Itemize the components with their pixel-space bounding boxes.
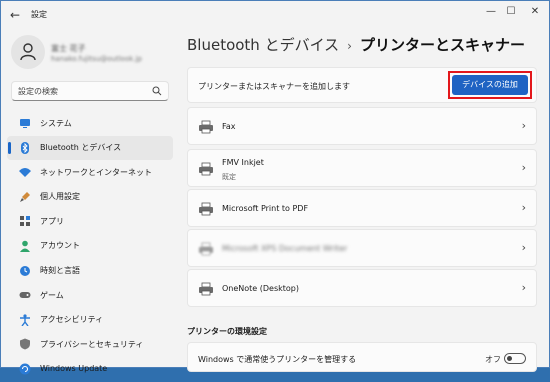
- search-icon: [152, 86, 162, 96]
- printer-icon: [199, 282, 213, 296]
- printer-name: FMV Inkjet: [222, 158, 264, 167]
- section-title: プリンターの環境設定: [187, 327, 267, 336]
- profile-name: 富士 花子: [51, 44, 86, 53]
- close-button[interactable]: ✕: [523, 5, 547, 19]
- search-input[interactable]: 設定の検索: [11, 81, 169, 101]
- settings-window: ← 設定 — ☐ ✕ 富士 花子 hanako.fujitsu@outlook.…: [0, 0, 550, 375]
- sidebar-item-label: プライバシーとセキュリティ: [40, 339, 144, 349]
- brush-icon: [19, 191, 31, 203]
- sidebar-nav: システム Bluetooth とデバイス ネットワークとインターネット 個人用設…: [7, 111, 173, 382]
- back-button[interactable]: ←: [7, 7, 23, 23]
- sidebar-item-label: システム: [40, 118, 72, 128]
- chevron-right-icon: ›: [521, 281, 526, 294]
- manage-default-toggle[interactable]: [504, 353, 526, 364]
- chevron-right-icon: ›: [521, 161, 526, 174]
- sidebar-item-label: ネットワークとインターネット: [40, 167, 152, 177]
- sidebar-item-label: アプリ: [40, 216, 64, 226]
- sidebar-item-label: Bluetooth とデバイス: [40, 143, 122, 153]
- printer-name: OneNote (Desktop): [222, 284, 300, 293]
- maximize-button[interactable]: ☐: [499, 5, 523, 19]
- chevron-right-icon: ›: [521, 201, 526, 214]
- chevron-right-icon: ›: [521, 119, 526, 132]
- sidebar-item-label: アクセシビリティ: [40, 315, 104, 325]
- add-printer-text: プリンターまたはスキャナーを追加します: [198, 82, 350, 91]
- manage-default-label: Windows で通常使うプリンターを管理する: [198, 355, 357, 364]
- sidebar-item-label: ゲーム: [40, 290, 64, 300]
- sidebar-item-bluetooth[interactable]: Bluetooth とデバイス: [7, 135, 173, 160]
- sidebar-item-network[interactable]: ネットワークとインターネット: [7, 160, 173, 184]
- sidebar-item-windows-update[interactable]: Windows Update: [7, 357, 173, 381]
- sidebar-item-label: アカウント: [40, 241, 80, 251]
- search-placeholder: 設定の検索: [18, 87, 58, 96]
- update-icon: [19, 363, 31, 375]
- page-title: プリンターとスキャナー: [359, 36, 525, 54]
- person-icon: [20, 43, 36, 61]
- printer-default-label: 既定: [222, 173, 236, 181]
- sidebar-item-personalization[interactable]: 個人用設定: [7, 185, 173, 209]
- printer-name: Fax: [222, 122, 236, 131]
- printer-icon: [199, 162, 213, 176]
- printer-item-fmv-inkjet[interactable]: FMV Inkjet 既定 ›: [187, 149, 537, 187]
- printer-icon: [199, 242, 213, 256]
- sidebar-item-gaming[interactable]: ゲーム: [7, 283, 173, 307]
- add-printer-card: プリンターまたはスキャナーを追加します デバイスの追加: [187, 67, 537, 103]
- person-icon: [19, 240, 31, 252]
- profile-email: hanako.fujitsu@outlook.jp: [51, 55, 142, 63]
- avatar: [11, 35, 45, 69]
- printer-item-xps-writer[interactable]: Microsoft XPS Document Writer ›: [187, 229, 537, 267]
- shield-icon: [19, 338, 31, 350]
- bluetooth-icon: [19, 141, 31, 154]
- printer-name: Microsoft Print to PDF: [222, 204, 309, 213]
- gamepad-icon: [19, 289, 31, 301]
- chevron-right-icon: ›: [521, 241, 526, 254]
- breadcrumb: Bluetooth とデバイス › プリンターとスキャナー: [187, 34, 525, 55]
- user-profile[interactable]: 富士 花子 hanako.fujitsu@outlook.jp: [11, 35, 171, 69]
- window-title: 設定: [31, 10, 47, 19]
- add-device-button[interactable]: デバイスの追加: [452, 75, 528, 95]
- accessibility-icon: [19, 314, 31, 326]
- printer-icon: [199, 120, 213, 134]
- sidebar-item-label: 時刻と言語: [40, 266, 80, 276]
- breadcrumb-parent[interactable]: Bluetooth とデバイス: [187, 36, 339, 54]
- printer-item-print-to-pdf[interactable]: Microsoft Print to PDF ›: [187, 189, 537, 227]
- toggle-state-label: オフ: [485, 355, 501, 364]
- apps-icon: [19, 215, 31, 227]
- printer-name: Microsoft XPS Document Writer: [222, 244, 348, 253]
- printer-item-fax[interactable]: Fax ›: [187, 107, 537, 145]
- sidebar-item-privacy[interactable]: プライバシーとセキュリティ: [7, 332, 173, 356]
- wifi-icon: [19, 166, 31, 178]
- sidebar-item-system[interactable]: システム: [7, 111, 173, 135]
- printer-item-onenote[interactable]: OneNote (Desktop) ›: [187, 269, 537, 307]
- printer-icon: [199, 202, 213, 216]
- sidebar-item-label: Windows Update: [40, 364, 108, 374]
- sidebar-item-time-language[interactable]: 時刻と言語: [7, 259, 173, 283]
- sidebar-item-apps[interactable]: アプリ: [7, 209, 173, 233]
- sidebar-item-label: 個人用設定: [40, 192, 80, 202]
- title-bar: ← 設定 — ☐ ✕: [1, 1, 549, 29]
- sidebar-item-accessibility[interactable]: アクセシビリティ: [7, 308, 173, 332]
- sidebar-item-accounts[interactable]: アカウント: [7, 234, 173, 258]
- globe-clock-icon: [19, 265, 31, 277]
- breadcrumb-separator: ›: [347, 39, 352, 53]
- monitor-icon: [19, 117, 31, 129]
